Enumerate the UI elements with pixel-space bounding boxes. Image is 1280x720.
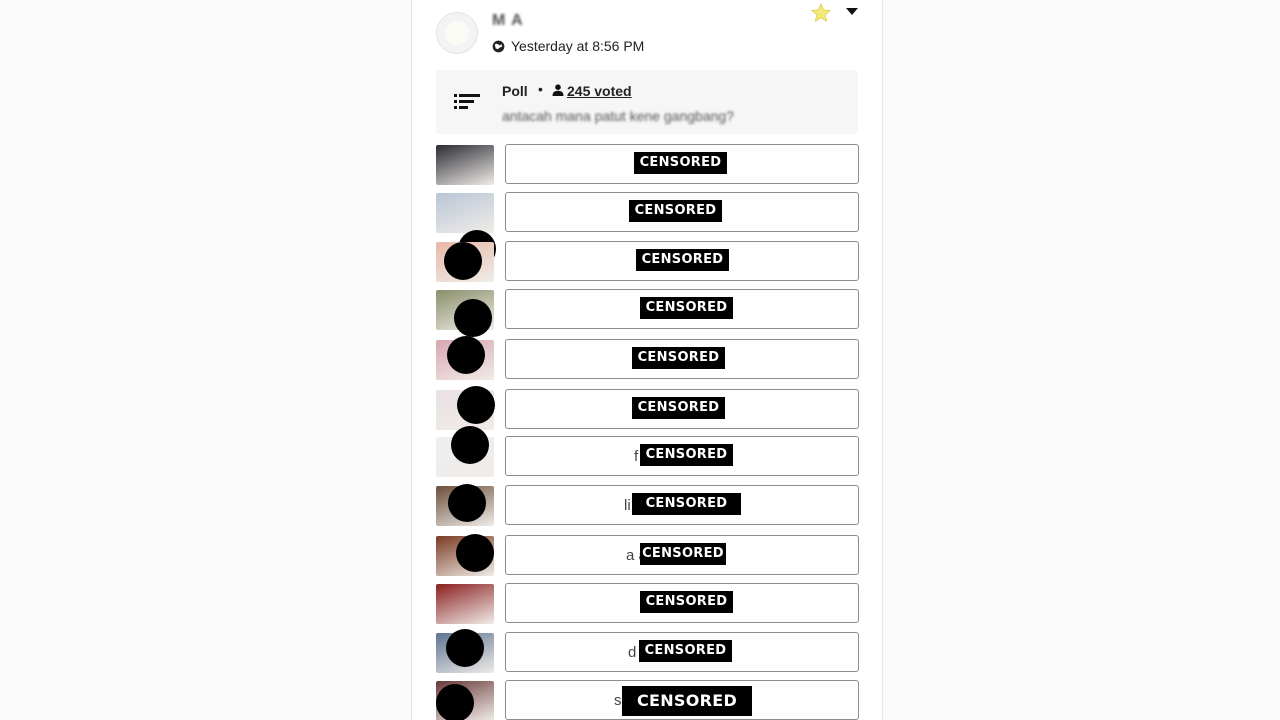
censored-label: CENSORED <box>632 493 741 515</box>
censored-label: CENSORED <box>622 686 752 716</box>
option-thumbnail[interactable] <box>436 193 494 233</box>
censored-label: CENSORED <box>640 543 726 565</box>
censored-label: CENSORED <box>634 152 727 174</box>
option-button[interactable]: f CENSORED <box>505 436 859 476</box>
author-name[interactable]: M A <box>492 12 524 30</box>
censor-blot <box>456 534 494 572</box>
censor-blot <box>444 242 482 280</box>
option-button[interactable]: CENSORED <box>505 144 859 184</box>
censored-label: CENSORED <box>632 397 725 419</box>
poll-separator: • <box>538 81 543 97</box>
option-button[interactable]: CENSORED <box>505 192 859 232</box>
poll-option[interactable]: s CENSORED <box>412 680 882 720</box>
option-thumbnail[interactable] <box>436 584 494 624</box>
poll-option[interactable]: li CENSORED <box>412 484 882 527</box>
post-header: M A Yesterday at 8:56 PM <box>412 0 882 64</box>
option-label: f <box>634 448 639 465</box>
option-thumbnail[interactable] <box>436 145 494 185</box>
censor-blot <box>451 426 489 464</box>
option-label: s <box>614 692 622 709</box>
option-button[interactable]: CENSORED <box>505 289 859 329</box>
star-icon[interactable] <box>810 2 832 24</box>
censor-blot <box>457 386 495 424</box>
censored-label: CENSORED <box>639 640 732 662</box>
poll-option[interactable]: d CENSORED <box>412 629 882 674</box>
poll-header: Poll • 245 voted antacah mana patut kene… <box>436 70 858 134</box>
post-timestamp[interactable]: Yesterday at 8:56 PM <box>511 38 644 54</box>
censor-blot <box>454 299 492 337</box>
poll-option[interactable]: CENSORED <box>412 192 882 268</box>
censor-blot <box>448 484 486 522</box>
option-button[interactable]: s CENSORED <box>505 680 859 720</box>
user-icon <box>552 84 564 96</box>
votes-link[interactable]: 245 voted <box>567 83 632 99</box>
avatar[interactable] <box>436 12 478 54</box>
poll-option[interactable]: CENSORED <box>412 144 882 186</box>
poll-option[interactable]: CENSORED <box>412 241 882 283</box>
globe-icon <box>492 40 505 52</box>
censored-label: CENSORED <box>640 444 733 466</box>
censor-blot <box>446 629 484 667</box>
option-button[interactable]: CENSORED <box>505 241 859 281</box>
option-label: d <box>628 644 637 661</box>
poll-option[interactable]: CENSORED <box>412 289 882 337</box>
option-button[interactable]: d CENSORED <box>505 632 859 672</box>
censored-label: CENSORED <box>636 249 729 271</box>
poll-option[interactable]: CENSORED <box>412 386 882 431</box>
censored-label: CENSORED <box>640 591 733 613</box>
poll-option[interactable]: a at CENSORED <box>412 534 882 577</box>
poll-list-icon <box>454 94 480 109</box>
poll-question: antacah mana patut kene gangbang? <box>502 108 734 124</box>
caret-down-icon[interactable] <box>846 8 858 16</box>
censored-label: CENSORED <box>640 297 733 319</box>
censor-blot <box>447 336 485 374</box>
post-card: M A Yesterday at 8:56 PM Poll • 245 vote… <box>411 0 883 720</box>
censored-label: CENSORED <box>632 347 725 369</box>
option-button[interactable]: CENSORED <box>505 583 859 623</box>
censor-blot <box>436 684 474 720</box>
poll-option[interactable]: CENSORED <box>412 336 882 381</box>
option-button[interactable]: CENSORED <box>505 339 859 379</box>
poll-label: Poll <box>502 83 528 99</box>
option-button[interactable]: CENSORED <box>505 389 859 429</box>
poll-option[interactable]: f CENSORED <box>412 426 882 478</box>
option-button[interactable]: a at CENSORED <box>505 535 859 575</box>
option-label: li <box>624 497 631 514</box>
poll-option[interactable]: CENSORED <box>412 583 882 625</box>
post-meta: Yesterday at 8:56 PM <box>492 37 644 55</box>
option-button[interactable]: li CENSORED <box>505 485 859 525</box>
censored-label: CENSORED <box>629 200 722 222</box>
